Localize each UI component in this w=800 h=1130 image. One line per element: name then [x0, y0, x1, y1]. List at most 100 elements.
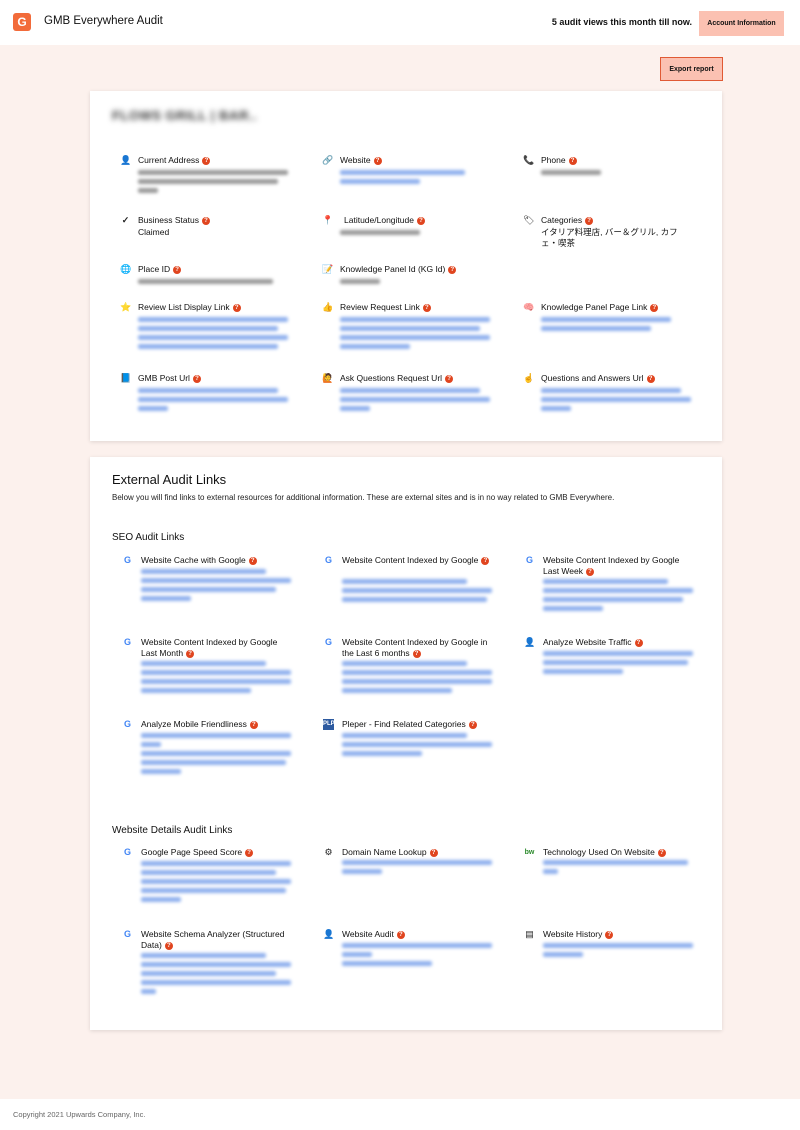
help-icon[interactable]: ?	[429, 849, 438, 857]
help-icon[interactable]: ?	[186, 650, 195, 658]
seo-link-cache[interactable]: G Website Cache with Google?	[122, 555, 297, 610]
help-icon[interactable]: ?	[202, 157, 211, 165]
field-kg-id: 📝 Knowledge Panel Id (KG Id)?	[322, 264, 497, 289]
help-icon[interactable]: ?	[586, 568, 595, 576]
external-audit-description: Below you will find links to external re…	[112, 493, 615, 502]
seo-link-mobile-friendliness[interactable]: G Analyze Mobile Friendliness?	[122, 719, 297, 774]
field-label: GMB Post Url	[138, 373, 190, 383]
help-icon[interactable]: ?	[245, 849, 254, 857]
help-icon[interactable]: ?	[416, 217, 425, 225]
seo-link-indexed-week[interactable]: G Website Content Indexed by Google Last…	[524, 555, 699, 611]
top-bar: G GMB Everywhere Audit 5 audit views thi…	[0, 0, 800, 45]
gear-icon: ⚙	[324, 847, 333, 857]
help-icon[interactable]: ?	[634, 639, 643, 647]
field-phone: 📞 Phone?	[523, 155, 698, 185]
seo-link-indexed-month[interactable]: G Website Content Indexed by Google Last…	[122, 637, 297, 693]
globe-icon: 🌐	[120, 264, 132, 274]
help-icon[interactable]: ?	[448, 266, 457, 274]
field-label: Ask Questions Request Url	[340, 373, 443, 383]
review-list-link[interactable]	[138, 317, 288, 322]
help-icon[interactable]: ?	[412, 650, 421, 658]
google-icon: G	[123, 929, 131, 939]
field-label: Website	[340, 155, 371, 165]
link-label: Domain Name Lookup	[342, 847, 427, 857]
link-label: Website History	[543, 929, 603, 939]
footer: Copyright 2021 Upwards Company, Inc.	[0, 1099, 800, 1130]
field-label: Questions and Answers Url	[541, 373, 644, 383]
app-title: GMB Everywhere Audit	[44, 15, 163, 27]
person-icon: 👤	[323, 929, 335, 939]
detail-link-domain-lookup[interactable]: ⚙ Domain Name Lookup?	[323, 847, 498, 877]
detail-link-website-audit[interactable]: 👤 Website Audit?	[323, 929, 498, 974]
link-label: Website Content Indexed by Google	[342, 555, 479, 565]
field-current-address: 👤 Current Address?	[120, 155, 295, 195]
website-link[interactable]	[340, 170, 465, 175]
help-icon[interactable]: ?	[422, 304, 431, 312]
external-audit-title: External Audit Links	[112, 472, 227, 487]
field-label: Current Address	[138, 155, 200, 165]
review-request-link[interactable]	[340, 317, 490, 322]
check-icon: ✓	[121, 215, 130, 225]
help-icon[interactable]: ?	[605, 931, 614, 939]
seo-audit-title: SEO Audit Links	[112, 532, 185, 543]
link-label: Website Audit	[342, 929, 394, 939]
ask-questions-link[interactable]	[340, 388, 480, 393]
help-icon[interactable]: ?	[248, 557, 257, 565]
gmb-post-link[interactable]	[138, 388, 278, 393]
help-icon[interactable]: ?	[249, 721, 258, 729]
detail-link-page-speed[interactable]: G Google Page Speed Score?	[122, 847, 297, 902]
field-label: Business Status	[138, 215, 199, 225]
help-icon[interactable]: ?	[396, 931, 405, 939]
field-business-status: ✓ Business Status? Claimed	[120, 215, 295, 245]
export-report-button[interactable]: Export report	[660, 57, 723, 81]
help-icon[interactable]: ?	[585, 217, 594, 225]
categories-value: イタリア料理店, バー＆グリル, カフェ・喫茶	[541, 227, 678, 248]
field-qa-url: ☝ Questions and Answers Url?	[523, 373, 698, 413]
field-categories: 🏷 Categories? イタリア料理店, バー＆グリル, カフェ・喫茶	[523, 215, 698, 255]
help-icon[interactable]: ?	[646, 375, 655, 383]
question-person-icon: 🙋	[322, 373, 334, 383]
help-icon[interactable]: ?	[657, 849, 666, 857]
person-icon: 👤	[524, 637, 536, 647]
detail-link-website-history[interactable]: ▤ Website History?	[524, 929, 699, 964]
field-label: Phone	[541, 155, 566, 165]
tag-icon: 🏷	[523, 215, 535, 225]
seo-link-website-traffic[interactable]: 👤 Analyze Website Traffic?	[524, 637, 699, 682]
field-ask-questions-url: 🙋 Ask Questions Request Url?	[322, 373, 497, 413]
help-icon[interactable]: ?	[650, 304, 659, 312]
help-icon[interactable]: ?	[373, 157, 382, 165]
knowledge-panel-link[interactable]	[541, 317, 671, 322]
link-label: Technology Used On Website	[543, 847, 655, 857]
field-gmb-post-url: 📘 GMB Post Url?	[120, 373, 295, 413]
link-label: Analyze Website Traffic	[543, 637, 632, 647]
business-name: FLOWS GRILL | BAR..	[112, 108, 258, 123]
detail-link-technology[interactable]: bw Technology Used On Website?	[524, 847, 699, 877]
google-icon: G	[123, 637, 131, 647]
help-icon[interactable]: ?	[173, 266, 182, 274]
person-icon: 👤	[120, 155, 132, 165]
account-information-button[interactable]: Account Information	[699, 11, 784, 36]
field-label: Categories	[541, 215, 583, 225]
seo-link-indexed-6-months[interactable]: G Website Content Indexed by Google in t…	[323, 637, 498, 693]
google-icon: G	[123, 719, 131, 729]
seo-link-indexed[interactable]: G Website Content Indexed by Google?	[323, 555, 498, 610]
help-icon[interactable]: ?	[201, 217, 210, 225]
qa-link[interactable]	[541, 388, 681, 393]
link-icon: 🔗	[322, 155, 334, 165]
business-info-card: FLOWS GRILL | BAR.. 👤 Current Address? 🔗…	[90, 91, 722, 441]
help-icon[interactable]: ?	[192, 375, 201, 383]
help-icon[interactable]: ?	[568, 157, 577, 165]
seo-link-pleper[interactable]: PLP Pleper - Find Related Categories?	[323, 719, 498, 764]
field-label: Knowledge Panel Page Link	[541, 302, 648, 312]
field-label: Review Request Link	[340, 302, 420, 312]
help-icon[interactable]: ?	[232, 304, 241, 312]
help-icon[interactable]: ?	[468, 721, 477, 729]
help-icon[interactable]: ?	[445, 375, 454, 383]
star-icon: ⭐	[120, 302, 132, 312]
pin-icon: 📍	[322, 215, 334, 225]
field-place-id: 🌐 Place ID?	[120, 264, 295, 289]
link-label: Website Content Indexed by Google Last W…	[543, 555, 680, 576]
detail-link-schema-analyzer[interactable]: G Website Schema Analyzer (Structured Da…	[122, 929, 297, 999]
help-icon[interactable]: ?	[164, 942, 173, 950]
help-icon[interactable]: ?	[481, 557, 490, 565]
